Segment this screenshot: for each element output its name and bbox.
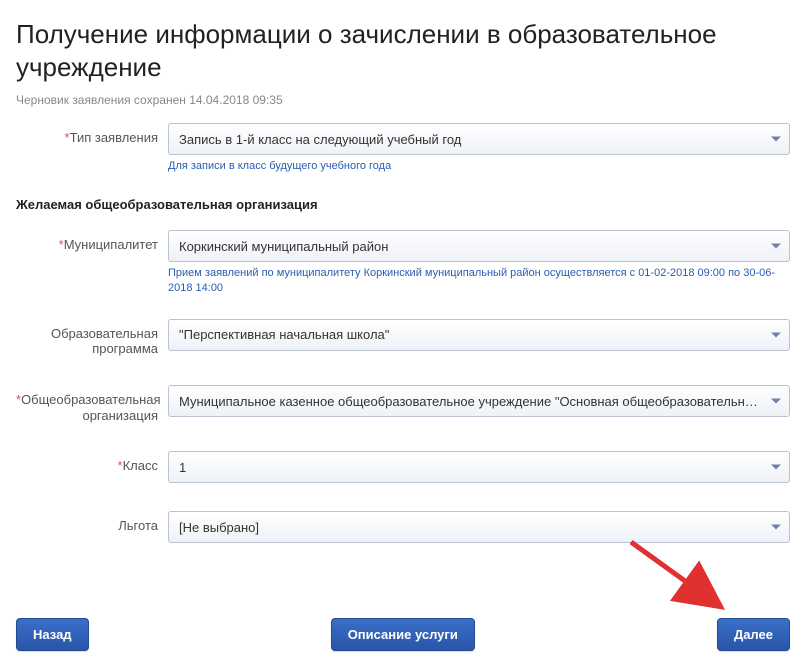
- page-title: Получение информации о зачислении в обра…: [16, 18, 790, 83]
- education-program-value: "Перспективная начальная школа": [179, 327, 761, 342]
- arrow-annotation: [626, 537, 746, 627]
- application-type-select[interactable]: Запись в 1-й класс на следующий учебный …: [168, 123, 790, 155]
- next-button[interactable]: Далее: [717, 618, 790, 651]
- municipality-select[interactable]: Коркинский муниципальный район: [168, 230, 790, 262]
- back-button[interactable]: Назад: [16, 618, 89, 651]
- chevron-down-icon: [771, 137, 781, 142]
- class-value: 1: [179, 460, 761, 475]
- benefit-value: [Не выбрано]: [179, 520, 761, 535]
- benefit-select[interactable]: [Не выбрано]: [168, 511, 790, 543]
- class-select[interactable]: 1: [168, 451, 790, 483]
- education-program-select[interactable]: "Перспективная начальная школа": [168, 319, 790, 351]
- organization-select[interactable]: Муниципальное казенное общеобразовательн…: [168, 385, 790, 417]
- chevron-down-icon: [771, 244, 781, 249]
- education-program-label: Образовательная программа: [16, 319, 168, 357]
- municipality-label: *Муниципалитет: [16, 230, 168, 253]
- draft-saved-info: Черновик заявления сохранен 14.04.2018 0…: [16, 93, 790, 107]
- chevron-down-icon: [771, 465, 781, 470]
- municipality-hint: Прием заявлений по муниципалитету Коркин…: [168, 266, 790, 295]
- benefit-label: Льгота: [16, 511, 168, 534]
- application-type-value: Запись в 1-й класс на следующий учебный …: [179, 132, 761, 147]
- application-type-hint: Для записи в класс будущего учебного год…: [168, 159, 790, 173]
- class-label: *Класс: [16, 451, 168, 474]
- section-title: Желаемая общеобразовательная организация: [16, 197, 790, 212]
- municipality-value: Коркинский муниципальный район: [179, 239, 761, 254]
- organization-value: Муниципальное казенное общеобразовательн…: [179, 394, 761, 409]
- chevron-down-icon: [771, 332, 781, 337]
- chevron-down-icon: [771, 399, 781, 404]
- description-button[interactable]: Описание услуги: [331, 618, 475, 651]
- organization-label: *Общеобразовательная организация: [16, 385, 168, 423]
- application-type-label: *Тип заявления: [16, 123, 168, 146]
- chevron-down-icon: [771, 525, 781, 530]
- button-bar: Назад Описание услуги Далее: [16, 618, 790, 651]
